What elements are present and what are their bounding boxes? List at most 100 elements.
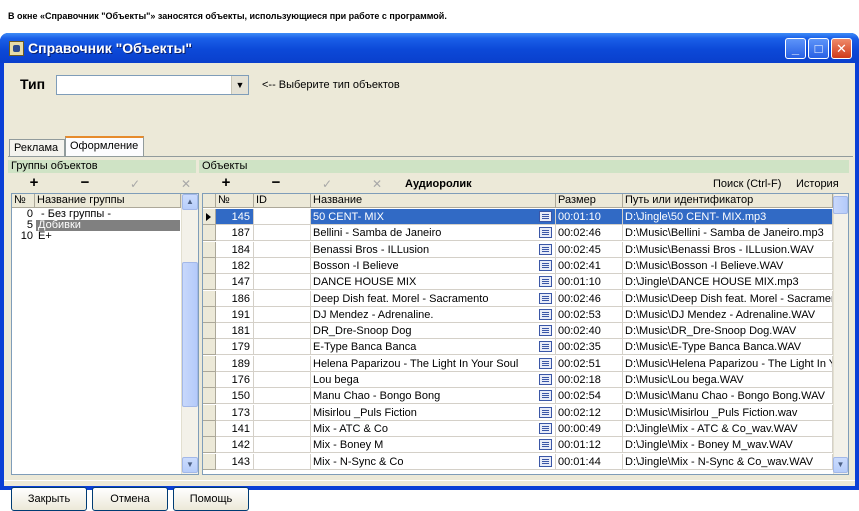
table-row[interactable]: 181 DR_Dre-Snoop Dog 00:02:40 D:\Music\DR_D… [203, 323, 833, 340]
cell-name[interactable]: Mix - N-Sync & Co [311, 453, 556, 470]
cell-name[interactable]: Manu Chao - Bongo Bong [311, 388, 556, 405]
table-row[interactable]: 187 Bellini - Samba de Janeiro 00:02:46 D:\… [203, 225, 833, 242]
cell-num[interactable]: 182 [216, 257, 254, 274]
help-button[interactable]: Помощь [173, 487, 249, 511]
cell-path[interactable]: D:\Music\Helena Paparizou - The Light In… [623, 355, 833, 372]
cell-num[interactable]: 187 [216, 225, 254, 242]
maximize-button[interactable]: □ [808, 38, 829, 59]
table-row[interactable]: 150 Manu Chao - Bongo Bong 00:02:54 D:\Musi… [203, 388, 833, 405]
cell-name[interactable]: Mix - Boney M [311, 437, 556, 454]
cell-num[interactable]: 150 [216, 388, 254, 405]
cell-path[interactable]: D:\Music\Deep Dish feat. Morel - Sacrame… [623, 290, 833, 307]
scroll-up-icon[interactable]: ▲ [182, 194, 198, 210]
objects-col-name[interactable]: Название [311, 194, 556, 208]
cell-num[interactable]: 143 [216, 453, 254, 470]
groups-col-num[interactable]: № [12, 194, 35, 208]
scroll-down-icon[interactable]: ▼ [182, 457, 198, 473]
groups-scrollbar[interactable]: ▲ ▼ [181, 194, 198, 474]
table-row[interactable]: 147 DANCE HOUSE MIX 00:01:10 D:\Jingle\DANC… [203, 274, 833, 291]
table-row[interactable]: 184 Benassi Bros - ILLusion 00:02:45 D:\Mus… [203, 241, 833, 258]
cell-id[interactable] [254, 241, 311, 258]
memo-icon[interactable] [539, 292, 552, 304]
groups-col-name[interactable]: Название группы [35, 194, 181, 208]
cell-name[interactable]: Misirlou _Puls Fiction [311, 404, 556, 421]
objects-add-button[interactable]: + [216, 175, 236, 190]
objects-scrollbar[interactable]: ▼ [833, 194, 848, 474]
cell-num[interactable]: 184 [216, 241, 254, 258]
history-button[interactable]: История [796, 178, 839, 190]
cell-id[interactable] [254, 404, 311, 421]
table-row[interactable]: 173 Misirlou _Puls Fiction 00:02:12 D:\Musi… [203, 404, 833, 421]
memo-icon[interactable] [539, 227, 552, 239]
memo-icon[interactable] [539, 276, 552, 288]
table-row[interactable]: 191 DJ Mendez - Adrenaline. 00:02:53 D:\Mus… [203, 306, 833, 323]
cell-path[interactable]: D:\Music\E-Type Banca Banca.WAV [623, 339, 833, 356]
objects-remove-button[interactable]: − [266, 175, 286, 190]
cell-num[interactable]: 176 [216, 372, 254, 388]
cell-path[interactable]: D:\Music\Benassi Bros - ILLusion.WAV [623, 241, 833, 258]
cell-num[interactable]: 186 [216, 290, 254, 307]
memo-icon[interactable] [539, 259, 552, 271]
cell-num[interactable]: 147 [216, 274, 254, 291]
cell-size[interactable]: 00:02:18 [556, 372, 623, 388]
scroll-down-icon[interactable]: ▼ [833, 457, 848, 473]
cell-num[interactable]: 191 [216, 306, 254, 323]
cell-path[interactable]: D:\Jingle\Mix - N-Sync & Co_wav.WAV [623, 453, 833, 470]
cell-name[interactable]: Bosson -I Believe [311, 257, 556, 274]
cell-size[interactable]: 00:02:45 [556, 241, 623, 258]
groups-scroll-thumb[interactable] [182, 262, 198, 407]
cell-path[interactable]: D:\Music\DJ Mendez - Adrenaline.WAV [623, 306, 833, 323]
close-window-button[interactable]: ✕ [831, 38, 852, 59]
cell-num[interactable]: 179 [216, 339, 254, 356]
cell-id[interactable] [254, 306, 311, 323]
groups-grid[interactable]: № Название группы 0 - Без группы -5 Добив… [11, 193, 199, 475]
cell-num[interactable]: 142 [216, 437, 254, 454]
cell-path[interactable]: D:\Music\Lou bega.WAV [623, 372, 833, 388]
cell-path[interactable]: D:\Jingle\50 CENT- MIX.mp3 [623, 209, 833, 225]
objects-grid[interactable]: № ID Название Размер Путь или идентифика… [202, 193, 849, 475]
cell-size[interactable]: 00:01:10 [556, 274, 623, 291]
cell-name[interactable]: E-Type Banca Banca [311, 339, 556, 356]
objects-cancel-button[interactable]: ✕ [367, 177, 387, 191]
memo-icon[interactable] [539, 406, 552, 418]
cell-size[interactable]: 00:01:10 [556, 209, 623, 225]
table-row[interactable]: 186 Deep Dish feat. Morel - Sacramento 00:… [203, 290, 833, 307]
cancel-button[interactable]: Отмена [92, 487, 168, 511]
cell-num[interactable]: 141 [216, 420, 254, 437]
table-row[interactable]: 189 Helena Paparizou - The Light In Your … [203, 355, 833, 372]
cell-size[interactable]: 00:00:49 [556, 420, 623, 437]
cell-path[interactable]: D:\Music\Misirlou _Puls Fiction.wav [623, 404, 833, 421]
cell-size[interactable]: 00:02:41 [556, 257, 623, 274]
list-item[interactable]: 10 Е+ [12, 231, 181, 242]
cell-name[interactable]: Helena Paparizou - The Light In Your Sou… [311, 355, 556, 372]
search-button[interactable]: Поиск (Ctrl-F) [713, 178, 781, 190]
memo-icon[interactable] [539, 308, 552, 320]
cell-path[interactable]: D:\Jingle\Mix - Boney M_wav.WAV [623, 437, 833, 454]
cell-size[interactable]: 00:01:12 [556, 437, 623, 454]
objects-confirm-button[interactable]: ✓ [317, 177, 337, 191]
cell-id[interactable] [254, 274, 311, 291]
cell-name[interactable]: DANCE HOUSE MIX [311, 274, 556, 291]
cell-num[interactable]: 173 [216, 404, 254, 421]
cell-id[interactable] [254, 323, 311, 340]
cell-name[interactable]: Bellini - Samba de Janeiro [311, 225, 556, 242]
cell-num[interactable]: 181 [216, 323, 254, 340]
combo-arrow-icon[interactable]: ▼ [231, 76, 248, 94]
cell-num[interactable]: 189 [216, 355, 254, 372]
cell-size[interactable]: 00:02:40 [556, 323, 623, 340]
cell-size[interactable]: 00:02:51 [556, 355, 623, 372]
cell-id[interactable] [254, 355, 311, 372]
cell-path[interactable]: D:\Music\Manu Chao - Bongo Bong.WAV [623, 388, 833, 405]
tab-reklama[interactable]: Реклама [9, 139, 65, 157]
objects-col-path[interactable]: Путь или идентификатор [623, 194, 833, 208]
cell-size[interactable]: 00:02:35 [556, 339, 623, 356]
objects-col-size[interactable]: Размер [556, 194, 623, 208]
cell-size[interactable]: 00:02:46 [556, 225, 623, 242]
cell-name[interactable]: Lou bega [311, 372, 556, 388]
cell-name[interactable]: DJ Mendez - Adrenaline. [311, 306, 556, 323]
cell-name[interactable]: Deep Dish feat. Morel - Sacramento [311, 290, 556, 307]
cell-size[interactable]: 00:02:54 [556, 388, 623, 405]
cell-num[interactable]: 145 [216, 209, 254, 225]
cell-id[interactable] [254, 339, 311, 356]
table-row[interactable]: 176 Lou bega 00:02:18 D:\Music\Lou bega.WAV [203, 372, 833, 388]
